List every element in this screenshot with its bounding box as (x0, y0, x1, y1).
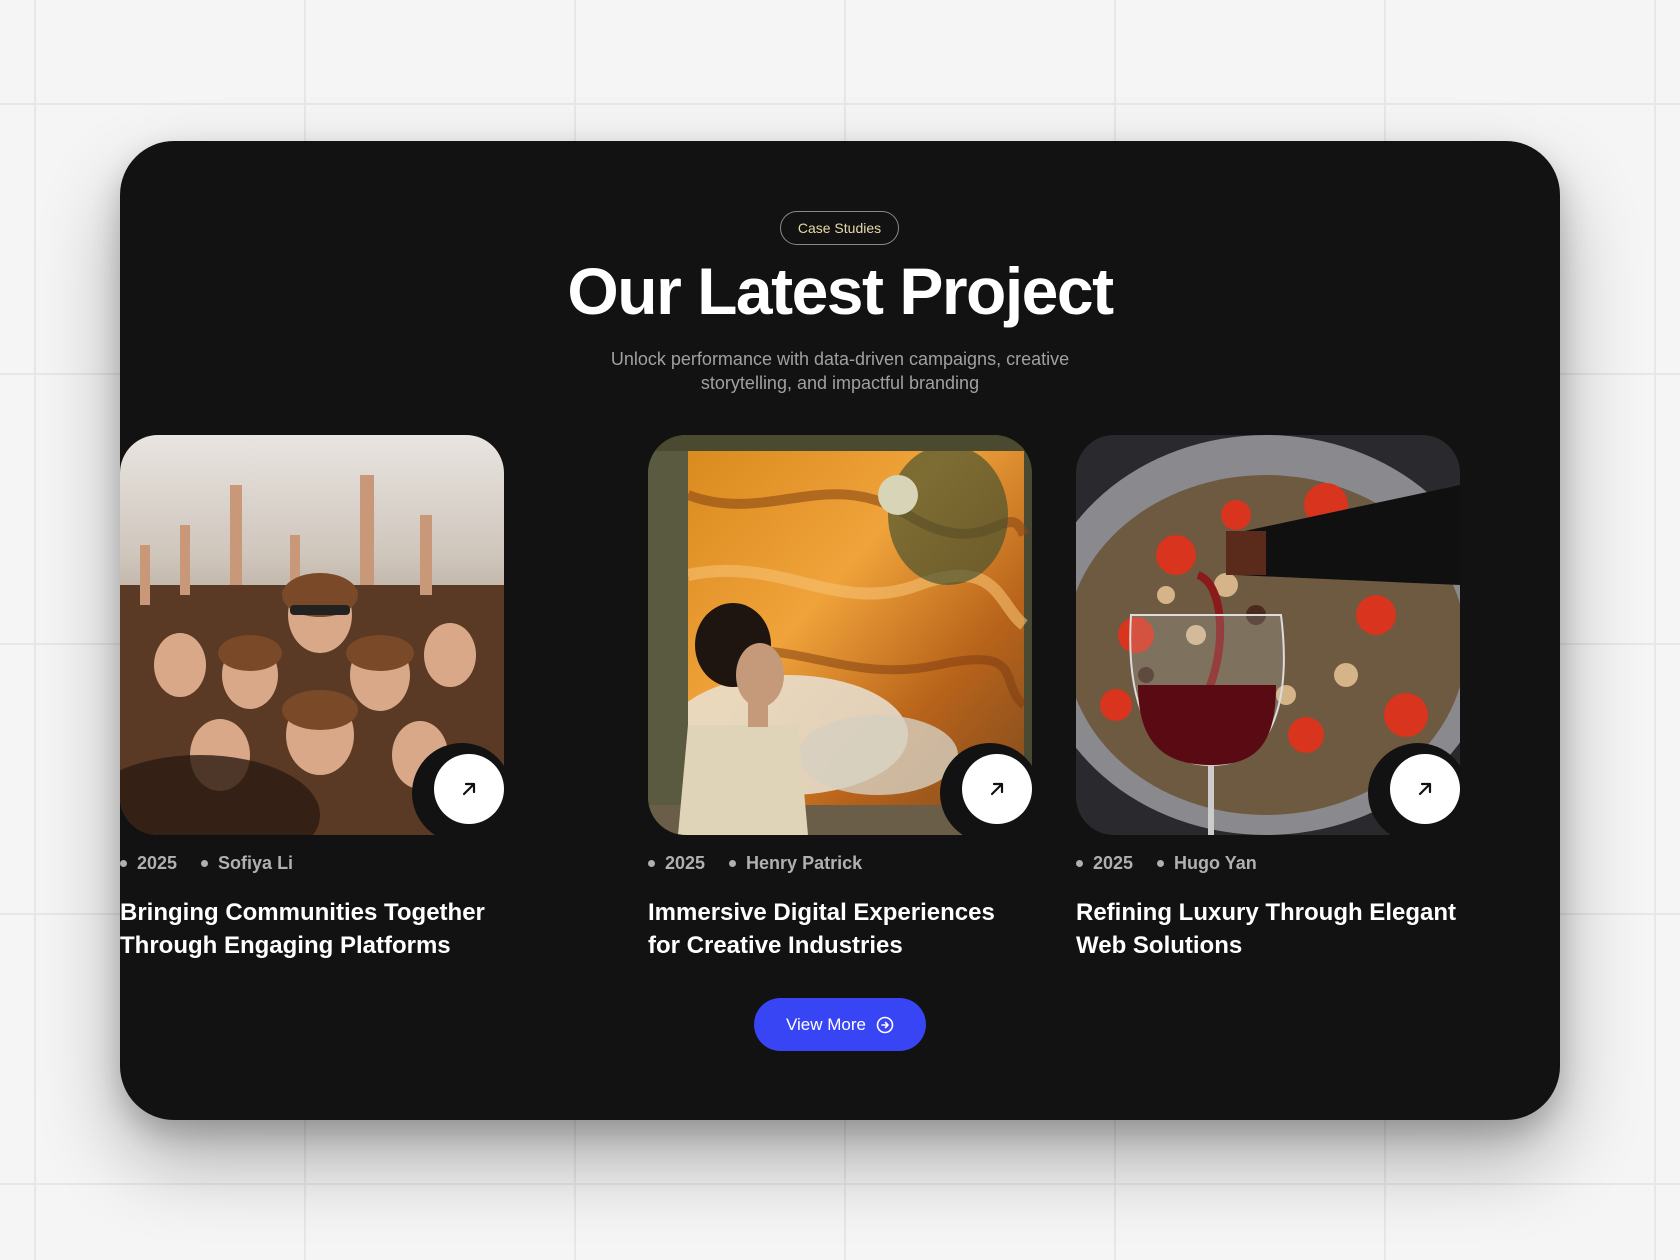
project-year: 2025 (1093, 853, 1134, 873)
project-card-2: 2025 Hugo Yan Refining Luxury Through El… (1076, 435, 1468, 962)
view-more-button[interactable]: View More (754, 998, 926, 1051)
project-author: Henry Patrick (746, 853, 863, 873)
project-year: 2025 (137, 853, 178, 873)
arrow-up-right-icon (1418, 782, 1432, 796)
project-year: 2025 (665, 853, 706, 873)
open-project-button[interactable] (1390, 754, 1460, 824)
project-author: Hugo Yan (1174, 853, 1257, 873)
project-title[interactable]: Bringing Communities Together Through En… (120, 896, 504, 962)
view-more-label: View More (786, 1014, 866, 1034)
project-card-3: 2025 Sofiya Li Bringing Communities Toge… (120, 435, 512, 962)
page-title: Our Latest Project (567, 254, 1114, 328)
open-project-button[interactable] (434, 754, 504, 824)
open-project-button[interactable] (962, 754, 1032, 824)
case-studies-panel: Case Studies Our Latest Project Unlock p… (120, 141, 1560, 1120)
project-title[interactable]: Refining Luxury Through Elegant Web Solu… (1076, 896, 1460, 962)
project-author: Sofiya Li (218, 853, 294, 873)
bullet-icon (120, 860, 127, 867)
page-subtitle: Unlock performance with data-driven camp… (610, 349, 1070, 393)
bullet-icon (729, 860, 737, 867)
arrow-up-right-icon (990, 782, 1004, 796)
bullet-icon (1157, 860, 1165, 867)
project-title[interactable]: Immersive Digital Experiences for Creati… (648, 896, 1032, 962)
arrow-right-circle-icon (876, 1016, 894, 1034)
bullet-icon (1076, 860, 1083, 867)
bullet-icon (201, 860, 209, 867)
arrow-up-right-icon (462, 782, 476, 796)
case-studies-tag: Case Studies (780, 211, 899, 245)
project-card-1: 2025 Henry Patrick Immersive Digital Exp… (648, 435, 1040, 962)
bullet-icon (648, 860, 655, 867)
